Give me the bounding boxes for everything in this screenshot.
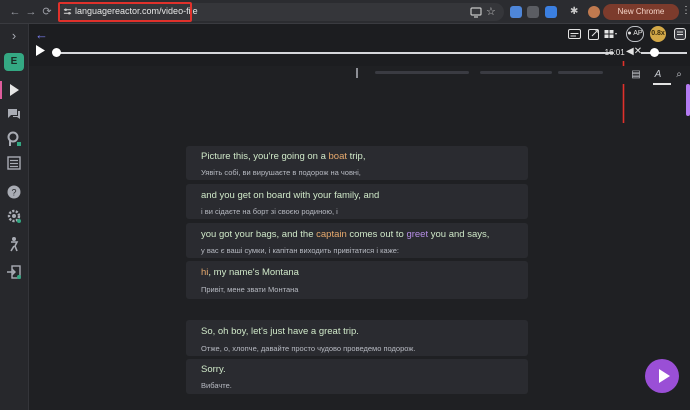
subtitle-text[interactable]: and you get on board with your family, a… — [201, 190, 379, 201]
subtitle-text[interactable]: , my name's Montana — [208, 267, 299, 278]
subtitle-translation-line: і ви сідаєте на борт зі своєю родиною, і — [201, 207, 338, 216]
subtitle-card[interactable]: So, oh boy, let's just have a great trip… — [186, 320, 528, 356]
avatar[interactable] — [588, 6, 600, 18]
subtitle-card[interactable]: Sorry. Вибачте. — [186, 359, 528, 394]
export-icon[interactable] — [588, 27, 600, 41]
subtitle-text[interactable]: comes out to — [347, 229, 407, 240]
subtitle-text[interactable]: Sorry. — [201, 364, 226, 375]
subtitle-card[interactable]: Picture this, you're going on a boat tri… — [186, 146, 528, 180]
video-progress-bar[interactable] — [56, 52, 614, 54]
autopause-label: AP — [633, 30, 643, 37]
settings-panel-icon[interactable] — [674, 27, 686, 41]
subtitle-text[interactable]: Picture this, you're going on a — [201, 151, 329, 162]
subtitle-translation-line: Привіт, мене звати Монтана — [201, 285, 299, 294]
time-remaining: -16:01 — [602, 48, 625, 57]
bookmark-star-icon[interactable]: ☆ — [486, 6, 498, 18]
reload-icon[interactable]: ⟳ — [40, 5, 54, 19]
subtitle-track-segment — [558, 71, 603, 74]
phrasepump-icon[interactable] — [6, 131, 22, 147]
chrome-update-button[interactable]: New Chrome available — [603, 4, 679, 32]
extension-icon[interactable] — [527, 6, 539, 18]
back-arrow-icon[interactable]: ← — [8, 5, 22, 19]
subtitle-english-line[interactable]: hi, my name's Montana — [201, 267, 299, 278]
puzzle-icon[interactable]: ✱ — [570, 6, 582, 18]
progress-handle[interactable] — [52, 48, 61, 57]
back-arrow-icon[interactable]: ← — [35, 27, 48, 42]
highlighted-word[interactable]: greet — [406, 229, 428, 240]
play-icon — [659, 369, 670, 383]
subtitle-text[interactable]: you got your bags, and the — [201, 229, 316, 240]
subtitle-card[interactable]: hi, my name's Montana Привіт, мене звати … — [186, 261, 528, 299]
extension-icon[interactable] — [545, 6, 557, 18]
subtitle-card[interactable]: you got your bags, and the captain comes… — [186, 223, 528, 258]
text-cursor — [356, 68, 358, 78]
subtitle-english-line[interactable]: So, oh boy, let's just have a great trip… — [201, 326, 359, 337]
subtitle-translation-line: Вибачте. — [201, 381, 232, 390]
settings-icon[interactable] — [6, 208, 22, 224]
active-tab-underline — [653, 83, 671, 85]
subtitle-track-segment — [480, 71, 552, 74]
highlighted-word[interactable]: captain — [316, 229, 347, 240]
sidebar: › E ? — [0, 24, 29, 410]
search-icon[interactable]: ⌕ — [672, 68, 686, 82]
main-panel: ← -16:01 ◀✕ ● AP 0.8x ▤ A ⌕ Picture this… — [29, 24, 690, 410]
kebab-menu-icon[interactable]: ⋮ — [681, 5, 690, 16]
volume-slider[interactable] — [641, 52, 687, 54]
subtitles-icon[interactable] — [568, 27, 581, 41]
subtitle-text[interactable]: So, oh boy, let's just have a great trip… — [201, 326, 359, 337]
extension-icon[interactable] — [510, 6, 522, 18]
panel-tabs — [29, 66, 690, 84]
user-badge[interactable]: E — [4, 53, 24, 71]
play-icon[interactable] — [6, 82, 22, 98]
url-highlight-annotation — [58, 2, 192, 22]
highlighted-word[interactable]: boat — [329, 151, 348, 162]
subtitle-translation-line: у вас є ваші сумки, і капітан виходить п… — [201, 246, 399, 255]
subtitle-translation-line: Уявіть собі, ви вирушаєте в подорож на ч… — [201, 168, 361, 177]
browser-toolbar: ← → ⟳ languagereactor.com/video-file ☆ ✱… — [0, 0, 690, 32]
translate-icon[interactable]: A — [651, 68, 665, 82]
volume-handle[interactable] — [650, 48, 659, 57]
layout-grid-icon[interactable] — [604, 27, 618, 41]
scroll-indicator[interactable] — [686, 84, 690, 116]
subtitle-card[interactable]: and you get on board with your family, a… — [186, 184, 528, 219]
list-icon[interactable] — [6, 155, 22, 171]
person-icon[interactable] — [6, 236, 22, 252]
subtitle-english-line[interactable]: Picture this, you're going on a boat tri… — [201, 151, 365, 162]
subtitle-english-line[interactable]: Sorry. — [201, 364, 226, 375]
active-indicator — [0, 81, 2, 99]
subtitle-english-line[interactable]: and you get on board with your family, a… — [201, 190, 379, 201]
autopause-toggle[interactable]: ● AP — [626, 26, 644, 42]
svg-text:?: ? — [11, 188, 16, 198]
playback-speed-button[interactable]: 0.8x — [650, 26, 666, 42]
chat-icon[interactable] — [6, 106, 22, 122]
play-icon[interactable] — [35, 45, 45, 56]
mute-icon[interactable]: ◀✕ — [626, 46, 642, 57]
help-icon[interactable]: ? — [6, 184, 22, 200]
subtitle-translation-line: Отже, о, хлопче, давайте просто чудово п… — [201, 344, 416, 353]
forward-arrow-icon[interactable]: → — [24, 5, 38, 19]
chevron-right-icon[interactable]: › — [6, 28, 22, 44]
subtitle-track-segment — [375, 71, 469, 74]
subtitle-text[interactable]: trip, — [347, 151, 366, 162]
logout-icon[interactable] — [6, 264, 22, 280]
document-icon[interactable]: ▤ — [629, 68, 643, 82]
subtitle-text[interactable]: you and says, — [428, 229, 490, 240]
subtitle-english-line[interactable]: you got your bags, and the captain comes… — [201, 229, 489, 240]
cast-icon[interactable] — [470, 6, 482, 18]
